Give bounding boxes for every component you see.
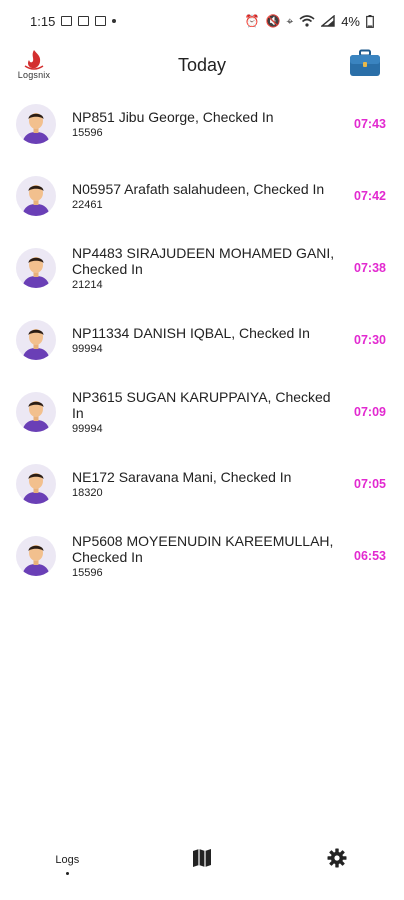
- avatar: [16, 320, 56, 360]
- log-row[interactable]: NE172 Saravana Mani, Checked In 18320 07:0…: [0, 448, 404, 520]
- briefcase-icon: [350, 49, 380, 76]
- log-title: NP4483 SIRAJUDEEN MOHAMED GANI, Checked …: [72, 244, 335, 277]
- mute-icon: 🔇: [265, 14, 281, 28]
- nav-active-dot: [65, 872, 69, 875]
- user-avatar-icon: [22, 473, 50, 504]
- more-notifications-icon: [112, 19, 117, 23]
- log-row[interactable]: NP5608 MOYEENUDIN KAREEMULLAH, Checked I…: [0, 520, 404, 592]
- log-text: NP3615 SUGAN KARUPPAIYA, Checked In 99994: [72, 389, 346, 436]
- log-row[interactable]: NP4483 SIRAJUDEEN MOHAMED GANI, Checked …: [0, 232, 404, 304]
- avatar: [16, 248, 56, 288]
- media-notification-icon: [95, 16, 107, 26]
- log-code: 18320: [72, 486, 103, 499]
- user-avatar-icon: [22, 257, 50, 288]
- log-code: 22461: [72, 198, 103, 211]
- avatar: [16, 104, 56, 144]
- log-row[interactable]: NP11334 DANISH IQBAL, Checked In 99994 07:…: [0, 304, 404, 376]
- log-title: NP851 Jibu George, Checked In: [72, 108, 274, 125]
- log-title: N05957 Arafath salahudeen, Checked In: [72, 180, 325, 197]
- user-avatar-icon: [22, 401, 50, 432]
- status-time: 1:15: [30, 13, 56, 29]
- bottom-nav: Logs: [0, 838, 404, 900]
- log-text: NP5608 MOYEENUDIN KAREEMULLAH, Checked I…: [72, 533, 346, 580]
- log-text: N05957 Arafath salahudeen, Checked In 224…: [72, 181, 346, 212]
- nav-settings[interactable]: [277, 848, 397, 868]
- wifi-icon: [299, 15, 315, 27]
- log-code: 99994: [72, 342, 103, 355]
- log-row[interactable]: NP851 Jibu George, Checked In 15596 07:43: [0, 88, 404, 160]
- nav-logs[interactable]: Logs: [7, 848, 127, 875]
- nav-logs-label: Logs: [55, 854, 80, 866]
- avatar: [16, 536, 56, 576]
- log-time: 07:09: [354, 405, 386, 419]
- app-logo: Logsnix: [12, 42, 56, 86]
- log-text: NP851 Jibu George, Checked In 15596: [72, 109, 346, 140]
- log-text: NP4483 SIRAJUDEEN MOHAMED GANI, Checked …: [72, 245, 346, 292]
- log-time: 07:43: [354, 117, 386, 131]
- log-time: 07:05: [354, 477, 386, 491]
- briefcase-button[interactable]: [348, 48, 382, 78]
- log-title: NP3615 SUGAN KARUPPAIYA, Checked In: [72, 388, 331, 421]
- page-title: Today: [177, 54, 227, 75]
- battery-percent: 4%: [341, 13, 360, 29]
- log-code: 15596: [72, 126, 103, 139]
- user-avatar-icon: [22, 329, 50, 360]
- log-time: 06:53: [354, 549, 386, 563]
- avatar: [16, 464, 56, 504]
- log-title: NP5608 MOYEENUDIN KAREEMULLAH, Checked I…: [72, 532, 334, 565]
- nav-map[interactable]: [142, 848, 262, 868]
- app-header: Logsnix Today: [0, 42, 404, 88]
- signal-icon: [321, 15, 335, 27]
- log-code: 15596: [72, 566, 103, 579]
- log-code: 21214: [72, 278, 103, 291]
- log-title: NE172 Saravana Mani, Checked In: [72, 468, 292, 485]
- log-row[interactable]: N05957 Arafath salahudeen, Checked In 224…: [0, 160, 404, 232]
- map-icon: [192, 849, 211, 867]
- battery-icon: [366, 14, 374, 28]
- alarm-icon: ⏰: [244, 14, 260, 28]
- user-avatar-icon: [22, 545, 50, 576]
- location-icon: ⌖: [286, 13, 294, 28]
- status-bar: 1:15 ⏰ 🔇 ⌖ 4%: [0, 0, 404, 42]
- gear-icon: [327, 848, 347, 868]
- log-time: 07:30: [354, 333, 386, 347]
- status-left: 1:15: [30, 13, 117, 29]
- gallery-notification-icon: [61, 16, 73, 26]
- log-code: 99994: [72, 422, 103, 435]
- avatar: [16, 392, 56, 432]
- log-list: (function(){ const data = JSON.parse(doc…: [0, 88, 404, 592]
- logo-text: Logsnix: [17, 70, 51, 80]
- log-title: NP11334 DANISH IQBAL, Checked In: [72, 324, 310, 341]
- log-text: NE172 Saravana Mani, Checked In 18320: [72, 469, 346, 500]
- logo-flame-icon: [24, 50, 44, 70]
- user-avatar-icon: [22, 185, 50, 216]
- avatar: [16, 176, 56, 216]
- log-text: NP11334 DANISH IQBAL, Checked In 99994: [72, 325, 346, 356]
- log-row[interactable]: NP3615 SUGAN KARUPPAIYA, Checked In 99994…: [0, 376, 404, 448]
- status-right: ⏰ 🔇 ⌖ 4%: [245, 14, 374, 29]
- user-avatar-icon: [22, 113, 50, 144]
- log-time: 07:38: [354, 261, 386, 275]
- log-time: 07:42: [354, 189, 386, 203]
- screen-notification-icon: [78, 16, 90, 26]
